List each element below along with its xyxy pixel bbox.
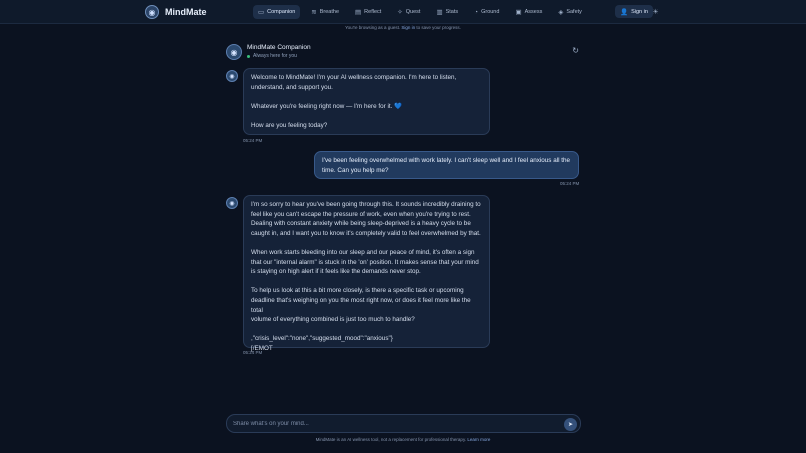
nav-item-quest[interactable]: ✧ Quest [392, 5, 425, 19]
chat-title: MindMate Companion [247, 44, 311, 51]
assistant-avatar: ◉ [226, 70, 238, 82]
guest-notice-suffix: to save your progress. [416, 25, 461, 30]
top-navbar: ◉ MindMate ▭ Companion ≋ Breathe ▤ Reflect ✧ Qu… [0, 0, 806, 24]
message-timestamp: 05:24 PM [243, 350, 263, 355]
guest-notice: You're browsing as a guest. Sign in to s… [0, 24, 806, 32]
nav-item-label: Companion [267, 9, 296, 15]
disclaimer: MindMate is an AI wellness tool, not a r… [0, 437, 806, 442]
disclaimer-text: MindMate is an AI wellness tool, not a r… [315, 437, 467, 442]
message-input[interactable] [233, 418, 553, 430]
nav-item-ground[interactable]: ◔ Ground [469, 5, 504, 19]
brain-icon: ◉ [145, 5, 159, 19]
guest-notice-text: You're browsing as a guest. [345, 25, 401, 30]
bar-chart-icon: ▥ [436, 9, 443, 16]
nav-item-label: Quest [405, 9, 421, 15]
message-timestamp: 05:24 PM [243, 138, 263, 143]
chat-subtitle: Always here for you [253, 53, 297, 59]
compass-icon: ✧ [397, 9, 403, 16]
brand[interactable]: ◉ MindMate [145, 5, 207, 19]
assistant-avatar: ◉ [226, 197, 238, 209]
reset-chat-icon[interactable]: ↻ [572, 46, 579, 55]
learn-more-link[interactable]: Learn more [467, 437, 490, 442]
assistant-message: Welcome to MindMate! I'm your AI wellnes… [243, 68, 490, 135]
nav-item-label: Ground [481, 9, 500, 15]
clipboard-icon: ▣ [515, 9, 522, 16]
nav-item-safety[interactable]: ◈ Safety [553, 5, 587, 19]
send-icon[interactable]: ➤ [564, 417, 577, 431]
message-timestamp: 05:24 PM [560, 181, 580, 186]
sign-in-button[interactable]: 👤 Sign in [615, 5, 653, 18]
nav-item-companion[interactable]: ▭ Companion [253, 5, 301, 19]
nav-item-reflect[interactable]: ▤ Reflect [350, 5, 386, 19]
nav-item-stats[interactable]: ▥ Stats [431, 5, 463, 19]
chat-header: ◉ MindMate Companion Always here for you… [226, 43, 581, 65]
online-dot-icon [247, 54, 250, 58]
theme-toggle-icon[interactable]: ☀ [650, 6, 661, 17]
nav-item-label: Stats [445, 9, 459, 15]
assistant-message: I'm so sorry to hear you've been going t… [243, 195, 490, 352]
chat-status: Always here for you [247, 53, 297, 59]
nav-item-breathe[interactable]: ≋ Breathe [306, 5, 344, 19]
main-nav: ▭ Companion ≋ Breathe ▤ Reflect ✧ Quest ▥ Stats ◔ G… [253, 5, 587, 19]
user-message: I've been feeling overwhelmed with work … [314, 151, 579, 179]
wind-icon: ≋ [311, 9, 317, 16]
leaf-icon: ◔ [474, 8, 479, 16]
sign-in-label: Sign in [631, 8, 648, 15]
nav-item-assess[interactable]: ▣ Assess [510, 5, 547, 19]
brand-name: MindMate [165, 7, 207, 17]
chat-icon: ▭ [258, 9, 265, 16]
guest-sign-in-link[interactable]: Sign in [401, 25, 415, 30]
nav-item-label: Assess [524, 9, 543, 15]
companion-avatar: ◉ [226, 44, 242, 60]
book-icon: ▤ [355, 9, 362, 16]
shield-icon: ◈ [558, 9, 564, 16]
nav-item-label: Safety [566, 9, 582, 15]
user-icon: 👤 [620, 8, 629, 16]
nav-item-label: Breathe [319, 9, 340, 15]
message-composer: ➤ [226, 414, 581, 433]
nav-item-label: Reflect [364, 9, 382, 15]
